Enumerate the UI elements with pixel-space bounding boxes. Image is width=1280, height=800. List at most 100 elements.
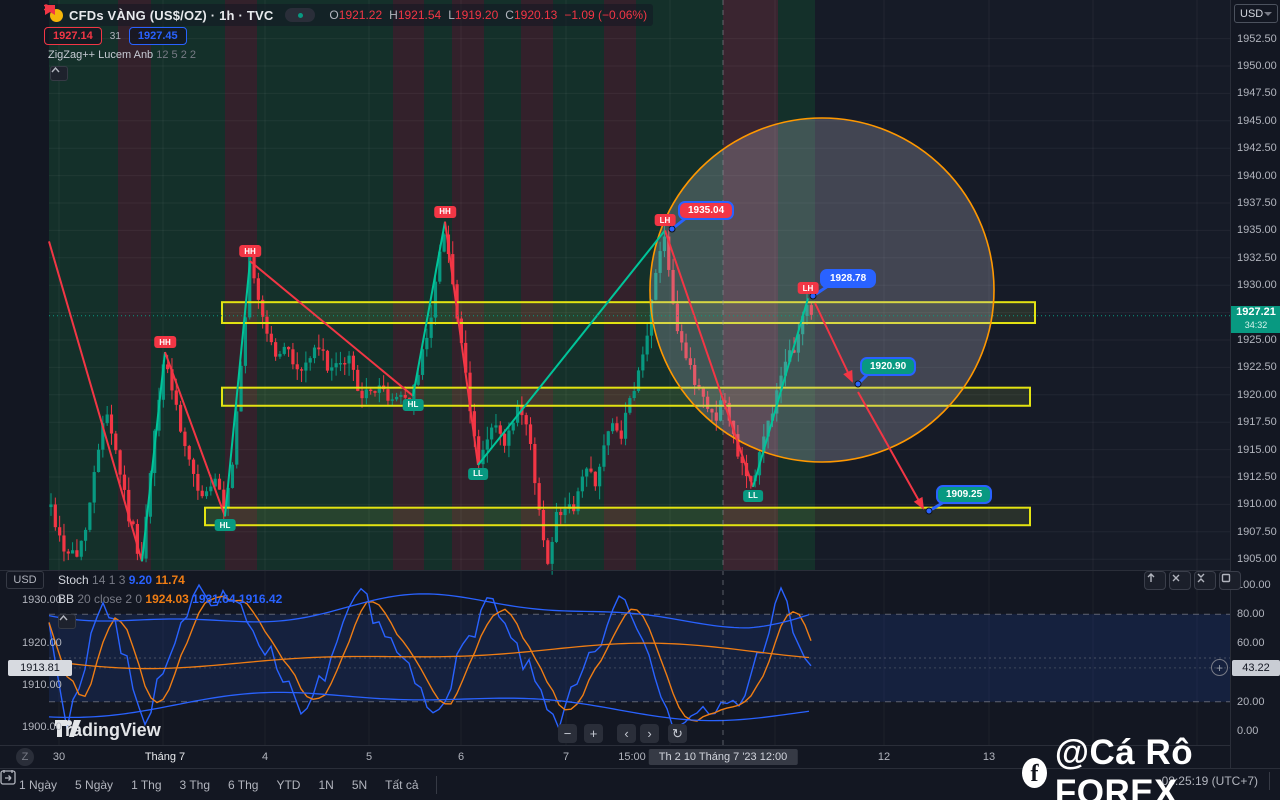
panel-maximize-button[interactable] xyxy=(1219,571,1241,590)
pane-separator[interactable] xyxy=(0,570,1280,571)
plus-button[interactable]: + xyxy=(1211,659,1228,676)
panel-collapse-button[interactable] xyxy=(58,614,76,629)
quote-row: 1927.14 31 1927.45 xyxy=(44,26,187,46)
zone-fill xyxy=(205,507,1030,526)
reset-button[interactable]: ↻ xyxy=(668,724,687,743)
currency-dropdown[interactable]: USD xyxy=(1234,4,1278,23)
chart-canvas[interactable] xyxy=(0,0,1280,745)
buy-button[interactable]: 1927.45 xyxy=(128,27,187,45)
indicator-toggle[interactable] xyxy=(44,4,316,22)
price-tick: 1912.50 xyxy=(1237,471,1277,483)
stoch-value-badge: 43.22 xyxy=(1232,660,1280,676)
price-tick: 1920.00 xyxy=(1237,388,1277,401)
anchor-dot[interactable] xyxy=(925,507,933,515)
pivot-tag-hh: HH xyxy=(239,245,261,258)
minus-button[interactable]: − xyxy=(558,724,577,743)
pivot-tag-hh: HH xyxy=(434,205,456,218)
price-tick: 1925.00 xyxy=(1237,334,1277,346)
time-tick: 4 xyxy=(261,751,269,763)
price-tick: 1940.00 xyxy=(1237,169,1277,182)
divider xyxy=(435,775,437,794)
timezone-avatar[interactable]: Z xyxy=(16,748,34,766)
ohlc-readout: O1921.22 H1921.54 L1919.20 C1920.13 −1.0… xyxy=(329,8,648,22)
price-tick: 1950.00 xyxy=(1237,60,1277,72)
panel-collapse-button[interactable] xyxy=(1194,571,1216,590)
range-button-3-thg[interactable]: 3 Thg xyxy=(171,774,219,796)
bb-price-tick: 1930.00 xyxy=(22,594,62,606)
price-callout[interactable]: 1909.25 xyxy=(936,485,993,504)
pivot-tag-hl: HL xyxy=(402,398,424,411)
current-price-badge: 1927.21 34:32 xyxy=(1231,306,1280,333)
price-tick: 1947.50 xyxy=(1237,87,1277,100)
time-tick: Tháng 7 xyxy=(144,751,186,763)
chevron-right-button[interactable]: › xyxy=(640,724,659,743)
price-tick: 1935.00 xyxy=(1237,224,1277,237)
bb-lower-value: 1916.42 xyxy=(238,592,283,606)
bar-countdown: 34:32 xyxy=(1244,320,1268,330)
stoch-legend[interactable]: Stoch 14 1 3 9.20 11.74 xyxy=(58,573,185,587)
pivot-tag-hh: HH xyxy=(154,336,176,349)
indicator-legend[interactable]: ZigZag++ Lucem Anb 12 5 2 2 xyxy=(48,49,196,61)
indicator-params: 12 5 2 2 xyxy=(156,49,197,61)
pivot-tag-hl: HL xyxy=(214,519,236,532)
crosshair-time-badge: Th 2 10 Tháng 7 '23 12:00 xyxy=(648,749,798,765)
chevron-left-button[interactable]: ‹ xyxy=(617,724,636,743)
range-button-5-ngày[interactable]: 5 Ngày xyxy=(66,774,122,796)
price-callout[interactable]: 1928.78 xyxy=(820,269,877,288)
sell-button[interactable]: 1927.14 xyxy=(44,27,102,45)
stoch-tick: 20.00 xyxy=(1237,695,1265,708)
tradingview-logo[interactable]: TradingView xyxy=(55,720,161,741)
open-value: 1921.22 xyxy=(338,8,383,22)
bb-basis-value: 1924.03 xyxy=(145,592,189,606)
panel-close-button[interactable] xyxy=(1169,571,1191,590)
high-value: 1921.54 xyxy=(397,8,442,22)
price-tick: 1942.50 xyxy=(1237,142,1277,155)
bb-price-tick: 1920.00 xyxy=(22,637,62,649)
bb-value-badge: 1913.81 xyxy=(8,660,72,676)
price-tick: 1907.50 xyxy=(1237,525,1277,538)
price-tick: 1905.00 xyxy=(1237,553,1277,566)
indicator-name: ZigZag++ Lucem Anb xyxy=(48,49,154,61)
range-button-1n[interactable]: 1N xyxy=(309,774,342,796)
bb-legend[interactable]: BB 20 close 2 0 1924.03 1931.64 1916.42 xyxy=(58,592,282,606)
left-scale-unit[interactable]: USD xyxy=(6,571,44,589)
price-tick: 1917.50 xyxy=(1237,416,1277,429)
price-tick: 1952.50 xyxy=(1237,32,1277,45)
stoch-k-value: 9.20 xyxy=(128,573,153,587)
pivot-tag-lh: LH xyxy=(654,214,676,227)
time-tick: 6 xyxy=(457,751,465,763)
range-button-5n[interactable]: 5N xyxy=(343,774,376,796)
range-button-ytd[interactable]: YTD xyxy=(267,774,309,796)
change-value: −1.09 (−0.06%) xyxy=(564,8,648,22)
price-tick: 1932.50 xyxy=(1237,251,1277,264)
plus-button[interactable]: + xyxy=(584,724,603,743)
range-button-tất-cả[interactable]: Tất cả xyxy=(376,774,427,796)
time-tick: 7 xyxy=(562,751,570,763)
range-button-1-thg[interactable]: 1 Thg xyxy=(122,774,170,796)
price-scale[interactable]: USD 1927.21 34:32 43.22 1952.50 1950.00 19… xyxy=(1230,0,1280,768)
anchor-dot[interactable] xyxy=(668,225,676,233)
anchor-dot[interactable] xyxy=(854,380,862,388)
time-tick: 12 xyxy=(877,751,891,763)
close-value: 1920.13 xyxy=(513,8,558,22)
watermark-text: @Cá Rô FOREX xyxy=(1054,733,1194,800)
symbol-header: CFDs VÀNG (US$/OZ) · 1h · TVC O1921.22 H… xyxy=(44,4,654,26)
price-callout[interactable]: 1935.04 xyxy=(678,201,735,220)
low-value: 1919.20 xyxy=(454,8,499,22)
price-tick: 1910.00 xyxy=(1237,498,1277,511)
price-tick: 1915.00 xyxy=(1237,443,1277,456)
legend-collapse-button[interactable] xyxy=(50,66,68,81)
range-button-6-thg[interactable]: 6 Thg xyxy=(219,774,267,796)
time-tick: 13 xyxy=(982,751,996,763)
bb-upper-value: 1931.64 xyxy=(192,592,236,606)
pivot-tag-ll: LL xyxy=(743,489,763,502)
price-callout[interactable]: 1920.90 xyxy=(860,357,917,376)
current-price: 1927.21 xyxy=(1236,306,1276,318)
panel-arrow-up-button[interactable] xyxy=(1144,571,1166,590)
bb-price-tick: 1900.00 xyxy=(22,721,62,733)
price-tick: 1945.00 xyxy=(1237,114,1277,127)
chevron-down-icon xyxy=(1264,11,1272,16)
symbol-title[interactable]: CFDs VÀNG (US$/OZ) · 1h · TVC xyxy=(69,8,273,23)
waves-icon xyxy=(44,4,53,12)
stoch-d-value: 11.74 xyxy=(155,573,185,587)
